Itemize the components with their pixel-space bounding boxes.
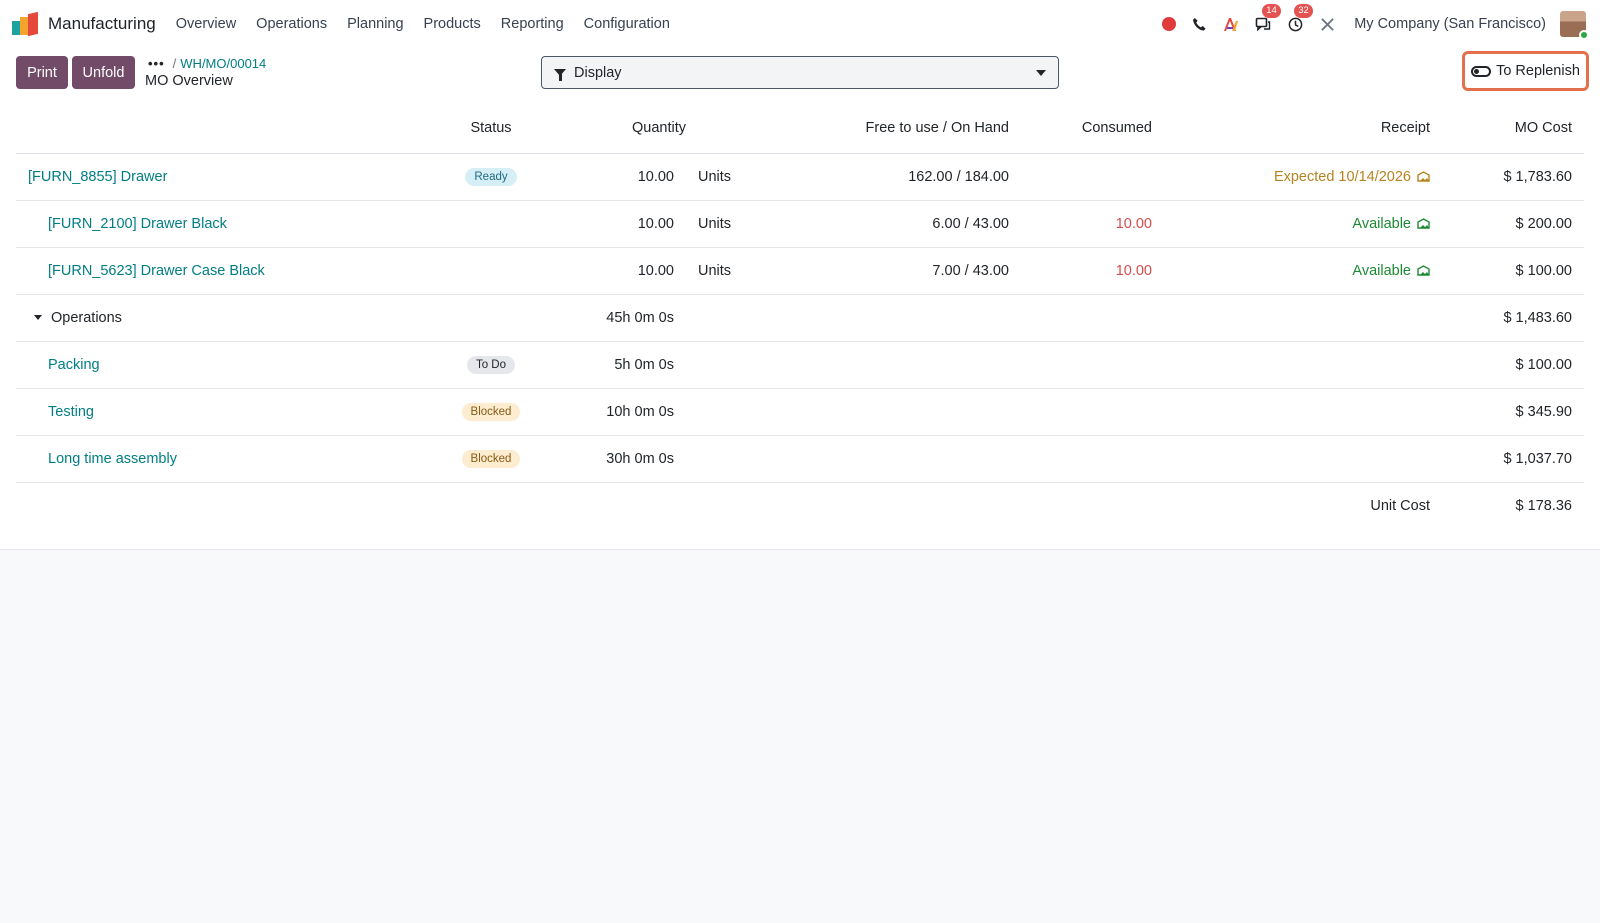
header-consumed: Consumed	[1021, 104, 1164, 154]
component-link[interactable]: [FURN_5623] Drawer Case Black	[48, 263, 265, 279]
filter-icon	[554, 69, 566, 81]
app-logo-icon[interactable]	[12, 11, 40, 37]
to-replenish-label: To Replenish	[1496, 63, 1580, 79]
status-badge: Ready	[465, 167, 517, 186]
unfold-button[interactable]: Unfold	[72, 56, 135, 89]
breadcrumb-more[interactable]: •••	[148, 56, 165, 71]
receipt-icon[interactable]	[1417, 264, 1430, 276]
breadcrumb-separator: /	[172, 56, 177, 71]
breadcrumb: ••• / WH/MO/00014	[148, 56, 266, 71]
operation-link[interactable]: Long time assembly	[48, 451, 177, 467]
duration-cell: 45h 0m 0s	[546, 294, 686, 342]
phone-icon[interactable]	[1190, 15, 1208, 33]
header-receipt: Receipt	[1164, 104, 1444, 154]
caret-down-icon	[1036, 69, 1046, 76]
table-row-operations-group[interactable]: Operations 45h 0m 0s $ 1,483.60	[16, 294, 1584, 342]
display-label: Display	[574, 64, 622, 81]
mo-overview-table: Status Quantity Free to use / On Hand Co…	[16, 104, 1584, 529]
receipt-icon[interactable]	[1417, 170, 1430, 182]
table-row-component: [FURN_5623] Drawer Case Black 10.00 Unit…	[16, 247, 1584, 295]
menu-configuration[interactable]: Configuration	[584, 16, 670, 32]
app-name[interactable]: Manufacturing	[48, 14, 156, 34]
table-header-row: Status Quantity Free to use / On Hand Co…	[16, 104, 1584, 154]
cost-cell: $ 1,483.60	[1444, 294, 1584, 342]
to-replenish-toggle[interactable]: To Replenish	[1462, 51, 1589, 91]
display-dropdown[interactable]: Display	[541, 56, 1059, 89]
status-badge: To Do	[466, 355, 516, 374]
duration-cell: 10h 0m 0s	[546, 388, 686, 436]
control-panel: Print Unfold ••• / WH/MO/00014 MO Overview…	[0, 48, 1600, 104]
uom-cell: Units	[686, 153, 796, 201]
toggle-icon	[1471, 65, 1492, 77]
quantity-cell: 10.00	[546, 153, 686, 201]
table-row-operation: Testing Blocked 10h 0m 0s $ 345.90	[16, 388, 1584, 436]
header-free-on-hand: Free to use / On Hand	[796, 104, 1021, 154]
menu-overview[interactable]: Overview	[176, 16, 236, 32]
table-row-operation: Long time assembly Blocked 30h 0m 0s $ 1…	[16, 435, 1584, 483]
main-product-link[interactable]: [FURN_8855] Drawer	[28, 169, 167, 185]
online-status-icon	[1579, 30, 1589, 40]
duration-cell: 30h 0m 0s	[546, 435, 686, 483]
header-mo-cost: MO Cost	[1444, 104, 1584, 154]
free-on-hand-cell: 7.00 / 43.00	[796, 247, 1021, 295]
uom-cell: Units	[686, 247, 796, 295]
print-button[interactable]: Print	[16, 56, 68, 89]
status-badge: Blocked	[461, 402, 521, 421]
header-quantity: Quantity	[546, 104, 686, 154]
quantity-cell: 10.00	[546, 247, 686, 295]
status-badge: Blocked	[461, 449, 521, 468]
cost-cell: $ 345.90	[1444, 388, 1584, 436]
operation-link[interactable]: Packing	[48, 357, 100, 373]
header-uom	[686, 104, 796, 154]
duration-cell: 5h 0m 0s	[546, 341, 686, 389]
unit-cost-value: $ 178.36	[1515, 497, 1572, 514]
table-row-main-product: [FURN_8855] Drawer Ready 10.00 Units 162…	[16, 153, 1584, 201]
consumed-cell	[1021, 153, 1164, 201]
menu-products[interactable]: Products	[424, 16, 481, 32]
activities-count-badge: 32	[1294, 4, 1313, 18]
component-link[interactable]: [FURN_2100] Drawer Black	[48, 216, 227, 232]
mo-overview-content: Status Quantity Free to use / On Hand Co…	[0, 104, 1600, 550]
cost-cell: $ 100.00	[1444, 341, 1584, 389]
consumed-cell: 10.00	[1021, 200, 1164, 248]
free-on-hand-cell: 6.00 / 43.00	[796, 200, 1021, 248]
cost-cell: $ 100.00	[1444, 247, 1584, 295]
menu-reporting[interactable]: Reporting	[501, 16, 564, 32]
menu-operations[interactable]: Operations	[256, 16, 327, 32]
cost-cell: $ 1,783.60	[1444, 153, 1584, 201]
menu-planning[interactable]: Planning	[347, 16, 403, 32]
top-navbar: Manufacturing Overview Operations Planni…	[0, 0, 1600, 48]
operation-link[interactable]: Testing	[48, 404, 94, 420]
systray: 14 32 My Company (San Francisco)	[1162, 4, 1589, 40]
cost-cell: $ 200.00	[1444, 200, 1584, 248]
uom-cell: Units	[686, 200, 796, 248]
record-icon[interactable]	[1162, 17, 1177, 31]
clock-icon[interactable]: 32	[1286, 4, 1313, 33]
header-status: Status	[436, 104, 546, 154]
tools-icon[interactable]	[1318, 15, 1336, 33]
operations-group-label[interactable]: Operations	[51, 310, 122, 326]
caret-down-icon[interactable]	[34, 314, 42, 320]
chat-icon[interactable]: 14	[1254, 4, 1281, 33]
company-switcher[interactable]: My Company (San Francisco)	[1354, 16, 1546, 32]
user-avatar[interactable]	[1560, 11, 1589, 40]
header-product	[16, 104, 436, 154]
page-title: MO Overview	[145, 73, 233, 89]
quantity-cell: 10.00	[546, 200, 686, 248]
receipt-status: Expected 10/14/2026	[1273, 168, 1411, 185]
free-on-hand-cell: 162.00 / 184.00	[796, 153, 1021, 201]
receipt-status: Available	[1352, 215, 1411, 232]
messages-count-badge: 14	[1262, 4, 1281, 18]
cost-cell: $ 1,037.70	[1444, 435, 1584, 483]
table-row-component: [FURN_2100] Drawer Black 10.00 Units 6.0…	[16, 200, 1584, 248]
table-row-operation: Packing To Do 5h 0m 0s $ 100.00	[16, 341, 1584, 389]
receipt-icon[interactable]	[1417, 217, 1430, 229]
receipt-status: Available	[1352, 262, 1411, 279]
breadcrumb-record-link[interactable]: WH/MO/00014	[180, 56, 266, 71]
ai-icon[interactable]	[1222, 15, 1240, 33]
table-row-unit-cost: Unit Cost $ 178.36	[16, 482, 1584, 529]
unit-cost-label: Unit Cost	[1370, 497, 1430, 514]
consumed-cell: 10.00	[1021, 247, 1164, 295]
